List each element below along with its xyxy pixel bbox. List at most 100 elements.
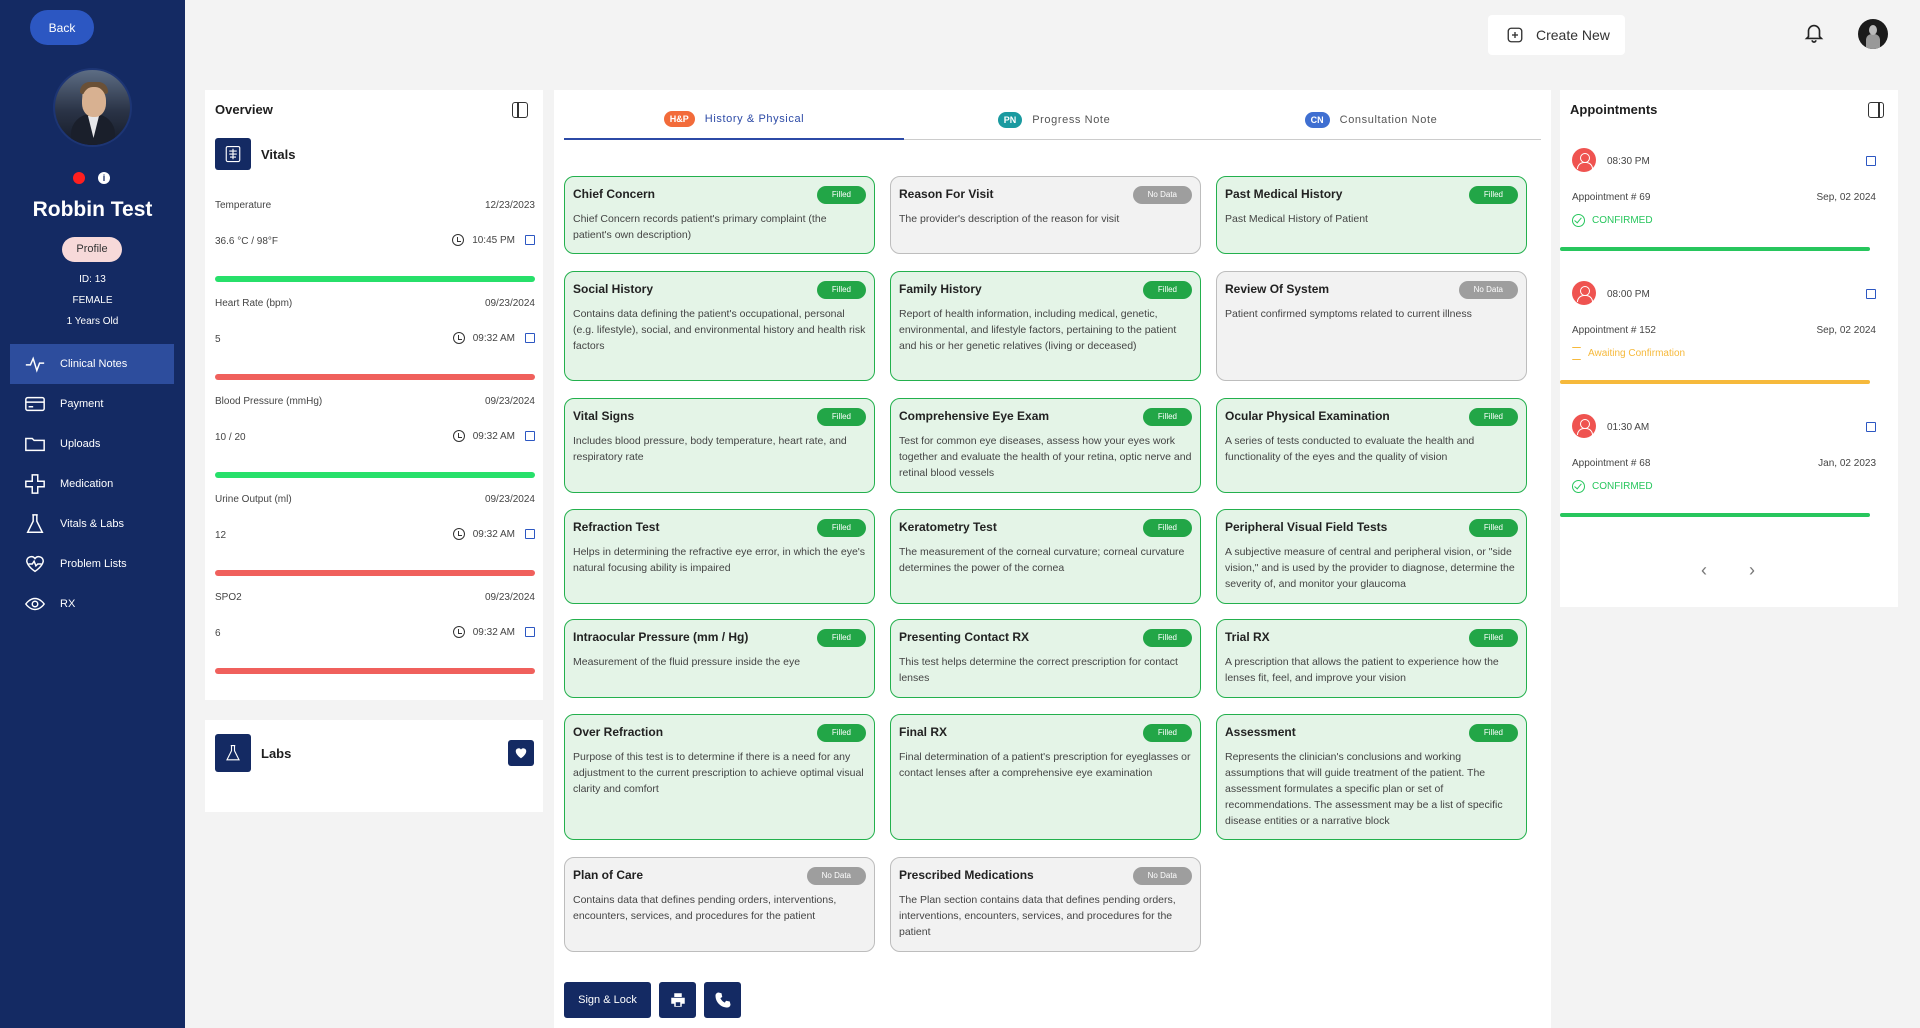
note-card[interactable]: Chief Concern Filled Chief Concern records…	[564, 176, 875, 254]
patient-name: Robbin Test	[32, 198, 153, 221]
note-card[interactable]: Plan of Care No Data Contains data that de…	[564, 857, 875, 952]
external-link-icon[interactable]	[525, 627, 535, 637]
call-button[interactable]	[704, 982, 741, 1018]
status-badge: Filled	[1468, 408, 1518, 426]
profile-button[interactable]: Profile	[62, 237, 122, 262]
tab-history-physical[interactable]: H&P History & Physical	[564, 100, 904, 140]
note-card-title: Intraocular Pressure (mm / Hg)	[573, 630, 749, 644]
note-card[interactable]: Social History Filled Contains data defini…	[564, 271, 875, 381]
sidebar-item-rx[interactable]: RX	[10, 584, 174, 624]
sidebar-toggle-icon[interactable]	[1868, 102, 1884, 118]
status-badge: Filled	[1468, 629, 1518, 647]
vital-row: Temperature 12/23/2023 36.6 °C / 98°F 10…	[215, 200, 535, 298]
vital-value: 12	[215, 530, 227, 541]
xray-icon	[215, 138, 251, 170]
clock-icon	[452, 626, 465, 638]
sidebar-toggle-icon[interactable]	[512, 102, 528, 118]
tab-consultation-note[interactable]: CN Consultation Note	[1201, 100, 1541, 140]
back-button[interactable]: Back	[30, 10, 94, 45]
note-card[interactable]: Keratometry Test Filled The measurement of…	[890, 509, 1201, 604]
status-badge: Filled	[1142, 281, 1192, 299]
status-badge: Filled	[1468, 519, 1518, 537]
tab-badge: H&P	[663, 111, 695, 127]
vital-time: 09:32 AM	[452, 528, 535, 540]
sidebar-item-vitals-labs[interactable]: Vitals & Labs	[10, 504, 174, 544]
note-card[interactable]: Intraocular Pressure (mm / Hg) Filled Meas…	[564, 619, 875, 698]
external-link-icon[interactable]	[525, 235, 535, 245]
note-card-title: Final RX	[899, 725, 948, 739]
check-circle-icon	[1572, 480, 1585, 493]
vital-time: 09:32 AM	[452, 332, 535, 344]
note-card[interactable]: Review Of System No Data Patient confirmed…	[1216, 271, 1527, 381]
note-card-title: Plan of Care	[573, 868, 644, 882]
external-link-icon[interactable]	[525, 431, 535, 441]
note-card-title: Reason For Visit	[899, 187, 994, 201]
external-link-icon[interactable]	[1866, 156, 1876, 166]
note-card[interactable]: Refraction Test Filled Helps in determinin…	[564, 509, 875, 604]
external-link-icon[interactable]	[525, 529, 535, 539]
vitals-header: Vitals	[215, 138, 295, 170]
sign-lock-button[interactable]: Sign & Lock	[564, 982, 651, 1018]
appointment-time: 08:00 PM	[1607, 289, 1650, 300]
vital-row: Urine Output (ml) 09/23/2024 12 09:32 AM	[215, 494, 535, 592]
note-card[interactable]: Assessment Filled Represents the clinician…	[1216, 714, 1527, 840]
note-card-description: Purpose of this test is to determine if …	[573, 751, 864, 795]
status-badge: Filled	[1142, 724, 1192, 742]
note-card[interactable]: Trial RX Filled A prescription that allows…	[1216, 619, 1527, 698]
appointment-item[interactable]: 01:30 AM Appointment # 68 Jan, 02 2023 C…	[1560, 398, 1898, 531]
create-new-button[interactable]: Create New	[1488, 15, 1625, 55]
clock-icon	[452, 234, 465, 246]
note-card[interactable]: Vital Signs Filled Includes blood pressure…	[564, 398, 875, 493]
note-card-description: Chief Concern records patient's primary …	[573, 213, 827, 241]
note-card[interactable]: Past Medical History Filled Past Medical H…	[1216, 176, 1527, 254]
note-card[interactable]: Over Refraction Filled Purpose of this tes…	[564, 714, 875, 840]
bell-icon[interactable]	[1803, 20, 1825, 44]
info-icon[interactable]: i	[98, 172, 110, 184]
appointment-item[interactable]: 08:00 PM Appointment # 152 Sep, 02 2024 …	[1560, 265, 1898, 398]
vital-row: SPO2 09/23/2024 6 09:32 AM	[215, 592, 535, 690]
status-badge: Filled	[1142, 629, 1192, 647]
vital-status-bar	[215, 668, 535, 674]
next-page-button[interactable]: ›	[1749, 560, 1755, 581]
external-link-icon[interactable]	[1866, 289, 1876, 299]
note-card-title: Family History	[899, 282, 982, 296]
user-avatar[interactable]	[1858, 19, 1888, 49]
sidebar-item-problem-lists[interactable]: Problem Lists	[10, 544, 174, 584]
appointment-time: 01:30 AM	[1607, 422, 1650, 433]
note-card[interactable]: Prescribed Medications No Data The Plan se…	[890, 857, 1201, 952]
note-card[interactable]: Presenting Contact RX Filled This test hel…	[890, 619, 1201, 698]
appointment-item[interactable]: 08:30 PM Appointment # 69 Sep, 02 2024 C…	[1560, 132, 1898, 265]
note-card-title: Comprehensive Eye Exam	[899, 409, 1050, 423]
external-link-icon[interactable]	[1866, 422, 1876, 432]
note-card[interactable]: Comprehensive Eye Exam Filled Test for com…	[890, 398, 1201, 493]
note-card-description: A prescription that allows the patient t…	[1225, 656, 1499, 684]
vital-time: 09:32 AM	[452, 626, 535, 638]
patient-gender: FEMALE	[72, 295, 113, 306]
note-card-title: Past Medical History	[1225, 187, 1343, 201]
note-card-title: Vital Signs	[573, 409, 635, 423]
appointment-date: Jan, 02 2023	[1818, 458, 1876, 469]
tab-label: History & Physical	[704, 113, 805, 125]
note-card[interactable]: Ocular Physical Examination Filled A serie…	[1216, 398, 1527, 493]
note-card-title: Ocular Physical Examination	[1225, 409, 1390, 423]
tab-label: Progress Note	[1032, 114, 1111, 126]
sidebar-item-medication[interactable]: Medication	[10, 464, 174, 504]
clock-icon	[452, 430, 465, 442]
sidebar-item-payment[interactable]: Payment	[10, 384, 174, 424]
external-link-icon[interactable]	[525, 333, 535, 343]
note-card[interactable]: Reason For Visit No Data The provider's de…	[890, 176, 1201, 254]
print-button[interactable]	[659, 982, 696, 1018]
card-icon	[25, 396, 45, 412]
status-badge: Filled	[1142, 408, 1192, 426]
vital-status-bar	[215, 472, 535, 478]
prev-page-button[interactable]: ‹	[1701, 560, 1707, 581]
note-card[interactable]: Family History Filled Report of health inf…	[890, 271, 1201, 381]
note-card[interactable]: Peripheral Visual Field Tests Filled A sub…	[1216, 509, 1527, 604]
note-card[interactable]: Final RX Filled Final determination of a p…	[890, 714, 1201, 840]
status-badge: Filled	[1142, 519, 1192, 537]
favorite-button[interactable]	[508, 740, 534, 766]
sidebar-item-clinical-notes[interactable]: Clinical Notes	[10, 344, 174, 384]
status-badge: Filled	[1468, 186, 1518, 204]
sidebar-item-uploads[interactable]: Uploads	[10, 424, 174, 464]
tab-progress-note[interactable]: PN Progress Note	[884, 100, 1224, 140]
